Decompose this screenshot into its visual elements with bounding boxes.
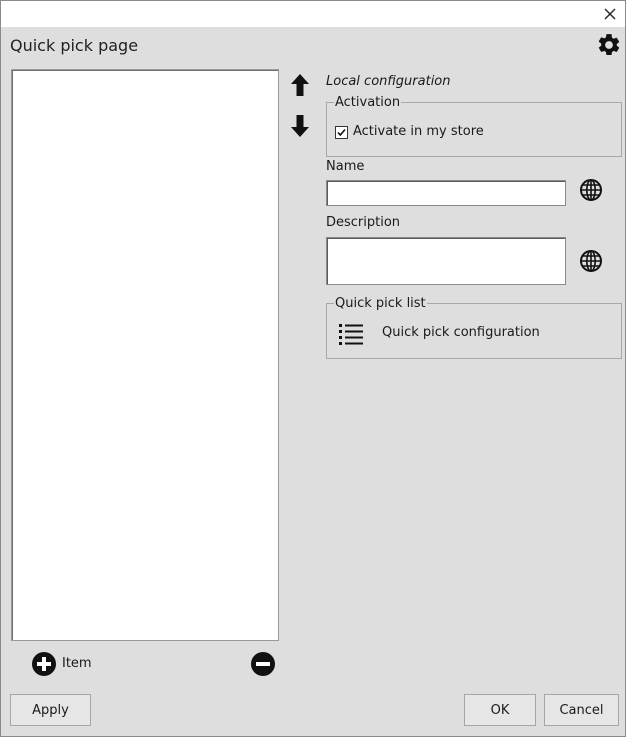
dialog-window: Quick pick page Local configuration Acti… [0,0,626,737]
close-button[interactable] [601,5,619,23]
name-input[interactable] [326,180,566,206]
quick-pick-configuration-button[interactable]: Quick pick configuration [335,318,605,350]
list-icon [339,324,363,345]
title-bar [1,1,625,27]
arrow-up-icon[interactable] [290,73,310,97]
name-label: Name [326,159,365,174]
quick-pick-items-list[interactable] [11,69,279,641]
description-label: Description [326,215,401,230]
apply-button[interactable]: Apply [10,694,91,726]
activation-group: Activation Activate in my store [326,95,622,157]
local-configuration-label: Local configuration [326,74,451,89]
close-icon [604,8,616,20]
quick-pick-configuration-label: Quick pick configuration [382,325,540,340]
cancel-button[interactable]: Cancel [544,694,619,726]
minus-circle-icon[interactable] [251,652,275,676]
globe-icon[interactable] [579,249,603,273]
activate-checkbox-label: Activate in my store [353,124,484,139]
gear-icon[interactable] [596,32,622,58]
activation-group-title: Activation [334,95,402,110]
description-input[interactable] [326,237,566,285]
quick-pick-list-group: Quick pick list Quick pick configuration [326,296,622,359]
plus-circle-icon [32,652,56,676]
page-title: Quick pick page [10,36,139,55]
activate-checkbox[interactable] [335,126,348,139]
globe-icon[interactable] [579,178,603,202]
add-item-label: Item [62,656,92,671]
ok-button[interactable]: OK [464,694,536,726]
quick-pick-list-group-title: Quick pick list [334,296,427,311]
checkmark-icon [337,128,346,137]
arrow-down-icon[interactable] [290,114,310,138]
